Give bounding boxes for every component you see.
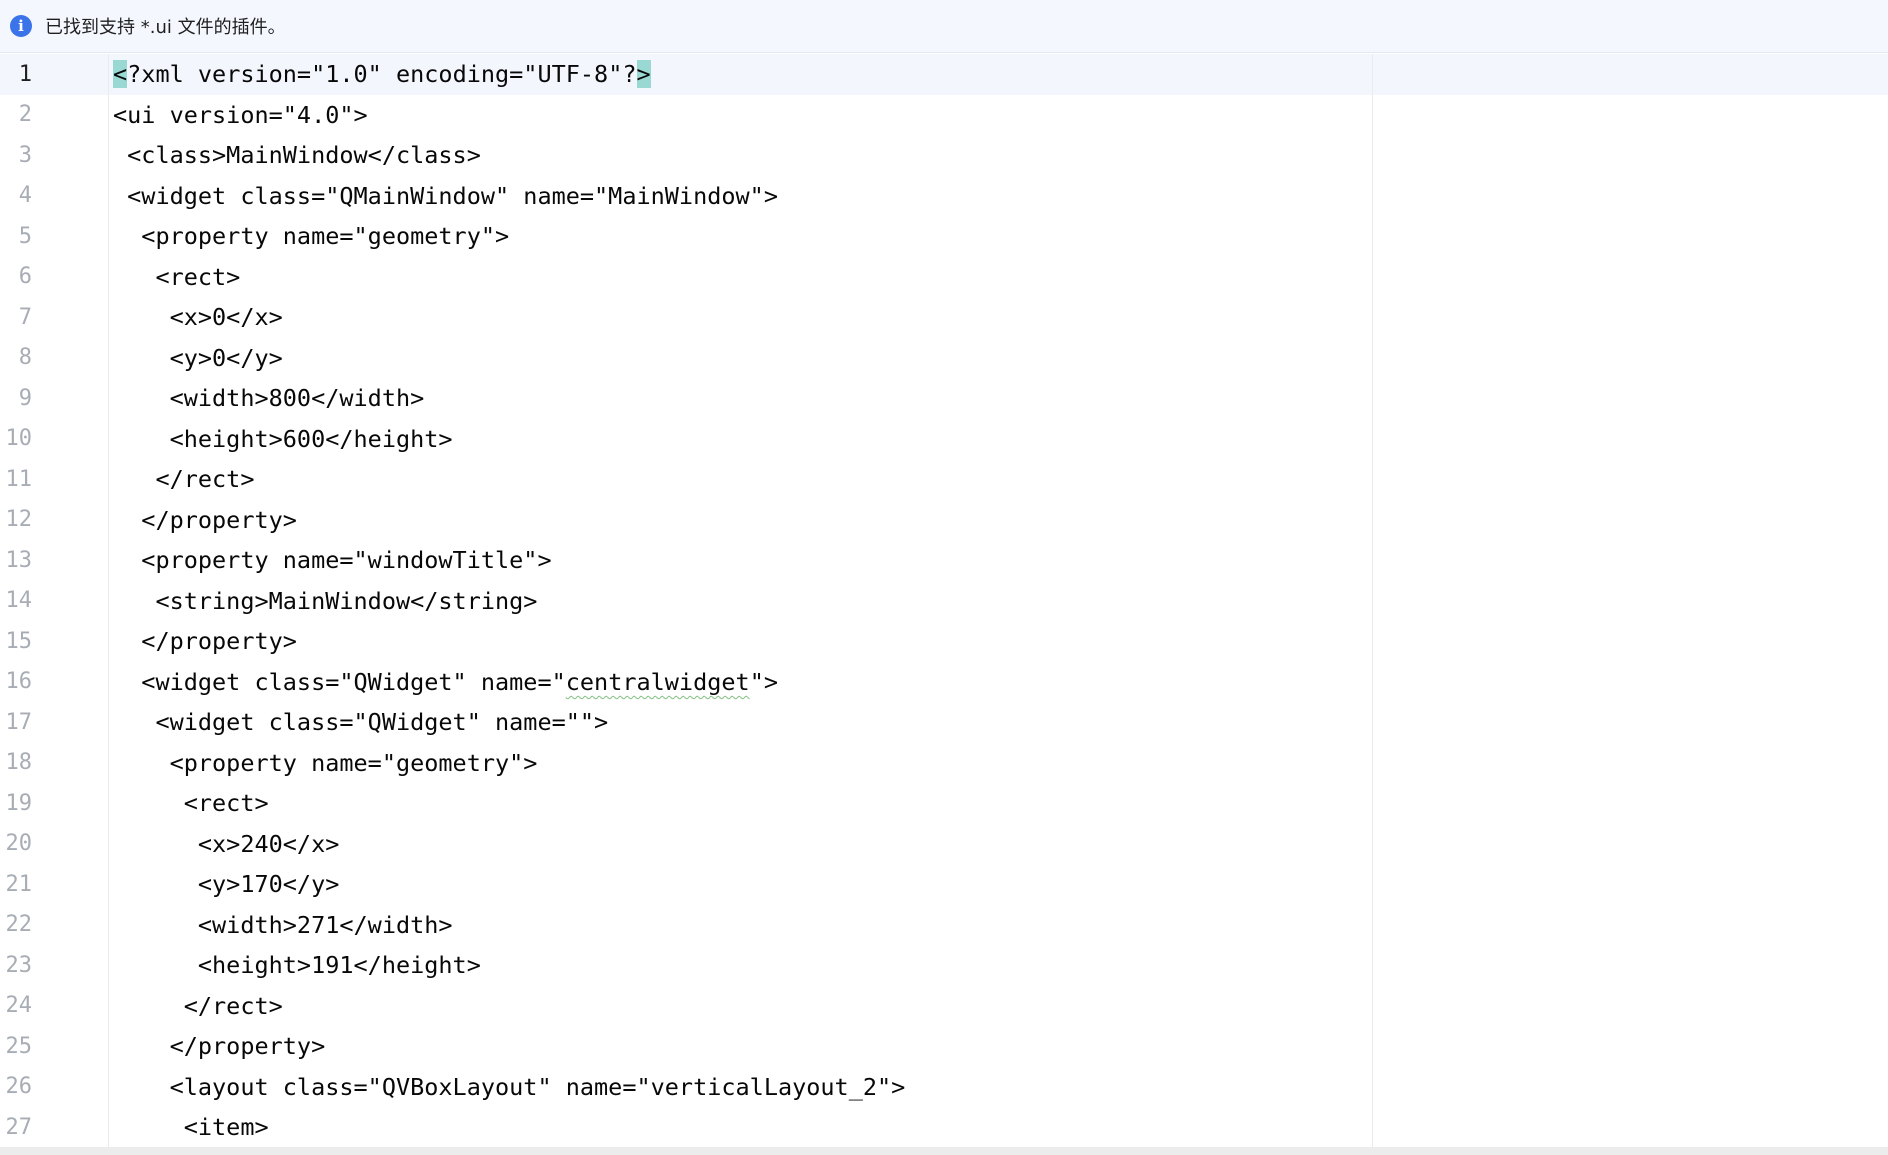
line-number: 24 bbox=[5, 993, 33, 1019]
line-16-text[interactable]: <widget class="QWidget" name="centralwid… bbox=[113, 668, 778, 696]
code-line[interactable]: 6 <rect> bbox=[0, 257, 1888, 298]
line-text[interactable]: </property> bbox=[113, 627, 297, 655]
line-text[interactable]: <layout class="QVBoxLayout" name="vertic… bbox=[113, 1073, 906, 1101]
line-text[interactable]: </property> bbox=[113, 506, 297, 534]
code-line[interactable]: 3 <class>MainWindow</class> bbox=[0, 135, 1888, 176]
line-number: 26 bbox=[5, 1074, 33, 1100]
line-text[interactable]: <y>170</y> bbox=[113, 870, 340, 898]
line-number: 8 bbox=[18, 345, 32, 371]
line-text[interactable]: <class>MainWindow</class> bbox=[113, 141, 481, 169]
line-number: 7 bbox=[18, 304, 32, 330]
line-text[interactable]: <y>0</y> bbox=[113, 344, 283, 372]
code-line[interactable]: 2 <ui version="4.0"> bbox=[0, 95, 1888, 136]
line-number: 3 bbox=[18, 142, 32, 168]
info-icon: i bbox=[10, 15, 32, 37]
code-line[interactable]: 24 </rect> bbox=[0, 986, 1888, 1027]
line-number: 11 bbox=[5, 466, 33, 492]
code-line[interactable]: 19 <rect> bbox=[0, 783, 1888, 824]
code-lines[interactable]: 1 <?xml version="1.0" encoding="UTF-8"?> … bbox=[0, 54, 1888, 1148]
line-number: 23 bbox=[5, 952, 33, 978]
line-number: 6 bbox=[18, 264, 32, 290]
line-number: 22 bbox=[5, 912, 33, 938]
line-text[interactable]: <x>0</x> bbox=[113, 303, 283, 331]
brace-match-close: > bbox=[636, 60, 651, 89]
line-text[interactable]: <height>600</height> bbox=[113, 425, 453, 453]
code-line[interactable]: 20 <x>240</x> bbox=[0, 824, 1888, 865]
line-text[interactable]: <ui version="4.0"> bbox=[113, 101, 368, 129]
line-text[interactable]: <rect> bbox=[113, 789, 269, 817]
line-text[interactable]: </property> bbox=[113, 1032, 326, 1060]
line-text[interactable]: <property name="geometry"> bbox=[113, 749, 538, 777]
line-number: 18 bbox=[5, 750, 33, 776]
typo-warning-underline: centralwidget bbox=[565, 667, 750, 696]
line-text[interactable]: <rect> bbox=[113, 263, 240, 291]
line-text[interactable]: <item> bbox=[113, 1113, 269, 1141]
code-line[interactable]: 18 <property name="geometry"> bbox=[0, 743, 1888, 784]
code-line[interactable]: 13 <property name="windowTitle"> bbox=[0, 540, 1888, 581]
code-line[interactable]: 21 <y>170</y> bbox=[0, 864, 1888, 905]
line-text[interactable]: <height>191</height> bbox=[113, 951, 481, 979]
line-number: 27 bbox=[5, 1114, 33, 1140]
line-text[interactable]: <widget class="QWidget" name=""> bbox=[113, 708, 608, 736]
code-line[interactable]: 27 <item> bbox=[0, 1107, 1888, 1148]
code-line[interactable]: 9 <width>800</width> bbox=[0, 378, 1888, 419]
code-line[interactable]: 4 <widget class="QMainWindow" name="Main… bbox=[0, 176, 1888, 217]
line-number: 10 bbox=[5, 426, 33, 452]
code-line[interactable]: 25 </property> bbox=[0, 1026, 1888, 1067]
code-line[interactable]: 7 <x>0</x> bbox=[0, 297, 1888, 338]
code-line[interactable]: 26 <layout class="QVBoxLayout" name="ver… bbox=[0, 1067, 1888, 1108]
line-number: 13 bbox=[5, 547, 33, 573]
code-line[interactable]: 12 </property> bbox=[0, 500, 1888, 541]
line-number: 5 bbox=[18, 223, 32, 249]
line-number: 20 bbox=[5, 831, 33, 857]
line-text[interactable]: <x>240</x> bbox=[113, 830, 340, 858]
code-line-1[interactable]: 1 <?xml version="1.0" encoding="UTF-8"?> bbox=[0, 54, 1888, 95]
line-text[interactable]: <width>800</width> bbox=[113, 384, 425, 412]
code-line[interactable]: 5 <property name="geometry"> bbox=[0, 216, 1888, 257]
brace-match-open: < bbox=[113, 60, 128, 89]
code-editor[interactable]: 1 <?xml version="1.0" encoding="UTF-8"?> … bbox=[0, 54, 1888, 1147]
banner-message: 已找到支持 *.ui 文件的插件。 bbox=[45, 17, 286, 38]
line-number: 21 bbox=[5, 871, 33, 897]
code-line[interactable]: 8 <y>0</y> bbox=[0, 338, 1888, 379]
plugin-notification-banner: i 已找到支持 *.ui 文件的插件。 bbox=[0, 0, 1888, 53]
line-number: 12 bbox=[5, 507, 33, 533]
code-line[interactable]: 15 </property> bbox=[0, 621, 1888, 662]
line-1-text[interactable]: <?xml version="1.0" encoding="UTF-8"?> bbox=[113, 60, 651, 89]
code-line[interactable]: 17 <widget class="QWidget" name=""> bbox=[0, 702, 1888, 743]
line-number: 4 bbox=[18, 183, 32, 209]
code-line[interactable]: 22 <width>271</width> bbox=[0, 905, 1888, 946]
code-line[interactable]: 10 <height>600</height> bbox=[0, 419, 1888, 460]
line-text[interactable]: <widget class="QMainWindow" name="MainWi… bbox=[113, 182, 778, 210]
line-text[interactable]: </rect> bbox=[113, 992, 283, 1020]
code-line-16[interactable]: 16 <widget class="QWidget" name="central… bbox=[0, 662, 1888, 703]
line-number: 16 bbox=[5, 669, 33, 695]
line-number: 19 bbox=[5, 790, 33, 816]
code-line[interactable]: 23 <height>191</height> bbox=[0, 945, 1888, 986]
line-text[interactable]: <string>MainWindow</string> bbox=[113, 587, 537, 615]
code-line[interactable]: 14 <string>MainWindow</string> bbox=[0, 581, 1888, 622]
line-number: 15 bbox=[5, 628, 33, 654]
line-number: 17 bbox=[5, 709, 33, 735]
line-number: 2 bbox=[18, 102, 32, 128]
line-number: 1 bbox=[18, 61, 32, 87]
horizontal-scrollbar[interactable] bbox=[0, 1147, 1888, 1155]
line-text[interactable]: <property name="geometry"> bbox=[113, 222, 509, 250]
line-text[interactable]: <width>271</width> bbox=[113, 911, 453, 939]
line-number: 9 bbox=[18, 385, 32, 411]
code-line[interactable]: 11 </rect> bbox=[0, 459, 1888, 500]
line-number: 25 bbox=[5, 1033, 33, 1059]
line-text[interactable]: </rect> bbox=[113, 465, 254, 493]
line-text[interactable]: <property name="windowTitle"> bbox=[113, 546, 551, 574]
line-number: 14 bbox=[5, 588, 33, 614]
